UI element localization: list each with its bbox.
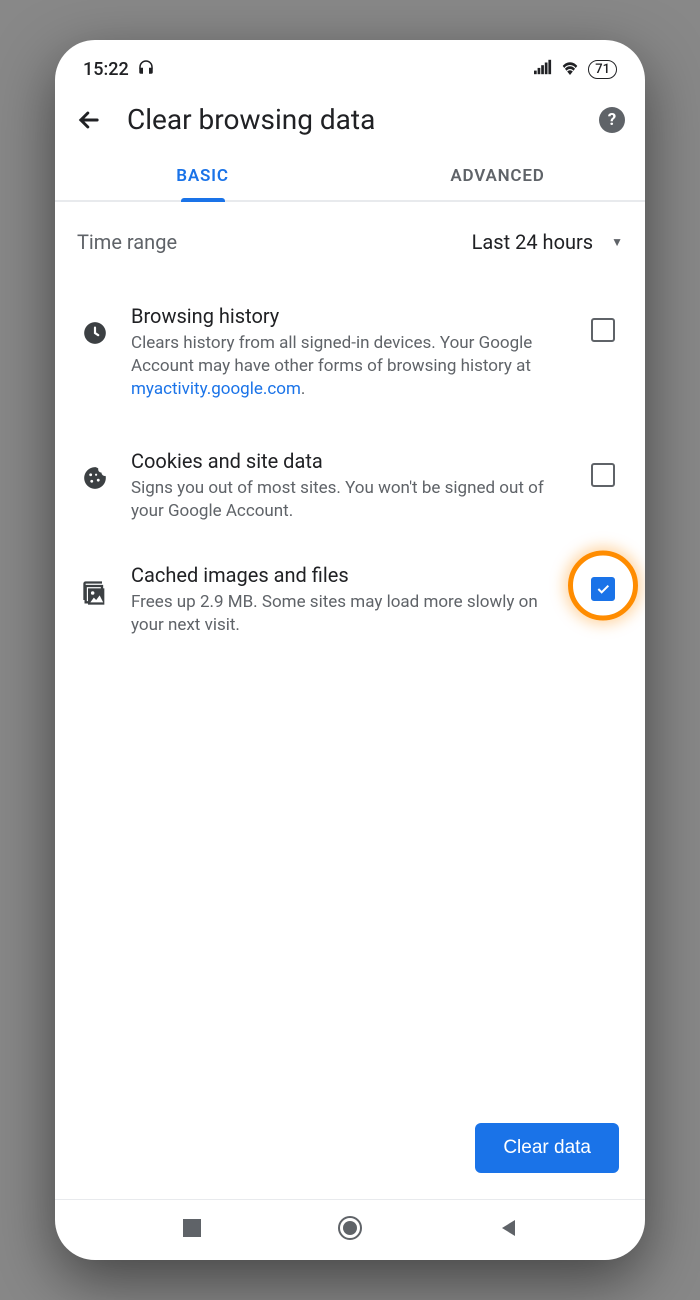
- images-icon: [77, 579, 113, 607]
- time-range-value: Last 24 hours: [472, 230, 593, 254]
- myactivity-link[interactable]: myactivity.google.com: [131, 379, 301, 399]
- option-desc: Frees up 2.9 MB. Some sites may load mor…: [131, 591, 565, 637]
- wifi-icon: [560, 59, 580, 80]
- nav-back[interactable]: [499, 1218, 517, 1242]
- history-icon: [77, 320, 113, 346]
- status-bar: 15:22 71: [55, 40, 645, 91]
- option-title: Cookies and site data: [131, 449, 565, 473]
- option-title: Browsing history: [131, 304, 565, 328]
- time-range-select[interactable]: Last 24 hours ▼: [472, 230, 623, 254]
- options-list: Browsing history Clears history from all…: [55, 274, 645, 655]
- status-time: 15:22: [83, 59, 129, 80]
- time-range-row: Time range Last 24 hours ▼: [55, 202, 645, 274]
- option-title: Cached images and files: [131, 563, 565, 587]
- help-button[interactable]: ?: [599, 107, 625, 133]
- checkbox-cookies[interactable]: [591, 463, 615, 487]
- tab-basic[interactable]: BASIC: [55, 148, 350, 200]
- bottom-area: Clear data: [55, 1123, 645, 1260]
- battery-indicator: 71: [588, 60, 617, 79]
- back-button[interactable]: [75, 106, 103, 134]
- nav-recent[interactable]: [183, 1219, 201, 1241]
- checkbox-history[interactable]: [591, 318, 615, 342]
- time-range-label: Time range: [77, 230, 177, 254]
- signal-icon: [534, 59, 552, 80]
- option-desc: Signs you out of most sites. You won't b…: [131, 477, 565, 523]
- option-browsing-history[interactable]: Browsing history Clears history from all…: [55, 274, 645, 419]
- tabs: BASIC ADVANCED: [55, 148, 645, 202]
- chevron-down-icon: ▼: [611, 235, 623, 249]
- tab-advanced[interactable]: ADVANCED: [350, 148, 645, 200]
- option-cookies[interactable]: Cookies and site data Signs you out of m…: [55, 419, 645, 541]
- option-cache[interactable]: Cached images and files Frees up 2.9 MB.…: [55, 541, 645, 655]
- cookie-icon: [77, 465, 113, 491]
- headphones-icon: [137, 58, 155, 81]
- page-title: Clear browsing data: [127, 103, 575, 136]
- option-desc: Clears history from all signed-in device…: [131, 332, 565, 401]
- clear-data-button[interactable]: Clear data: [475, 1123, 619, 1173]
- app-bar: Clear browsing data ?: [55, 91, 645, 148]
- nav-home[interactable]: [337, 1215, 363, 1245]
- nav-bar: [55, 1200, 645, 1260]
- phone-frame: 15:22 71 Clear browsing data ? BASIC ADV…: [55, 40, 645, 1260]
- checkbox-cache[interactable]: [591, 577, 615, 601]
